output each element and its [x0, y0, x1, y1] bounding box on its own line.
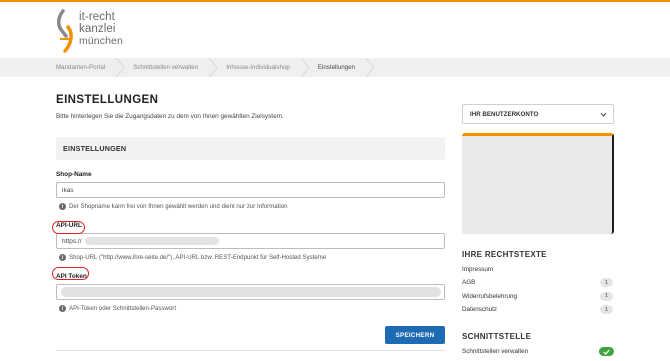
schnittstellen-verwalten-item[interactable]: Schnittstellen verwalten	[462, 345, 614, 358]
rechtstexte-heading: IHRE RECHTSTEXTE	[462, 250, 547, 259]
brand-line-2: kanzlei	[79, 23, 116, 35]
page-description: Bitte hinterlegen Sie die Zugangsdaten z…	[56, 113, 284, 120]
api-url-input[interactable]: https://	[56, 233, 445, 249]
rechtstexte-item-datenschutz[interactable]: Datenschutz 1	[462, 303, 614, 316]
redacted-url	[84, 237, 219, 245]
brand-line-1: it-recht	[79, 11, 115, 23]
api-token-label: API Token	[56, 273, 87, 280]
api-url-value: https://	[62, 237, 82, 245]
breadcrumb-item-schnittstellen[interactable]: Schnittstellen verwalten	[133, 58, 218, 77]
bottom-divider	[56, 350, 445, 351]
count-badge: 1	[600, 291, 613, 301]
sidebar: IHR BENUTZERKONTO IHRE RECHTSTEXTE Impre…	[462, 104, 614, 358]
brand-wordmark: it-recht kanzlei münchen	[79, 11, 123, 47]
form-actions: SPEICHERN	[56, 326, 445, 344]
breadcrumb: Mandanten-Portal Schnittstellen verwalte…	[0, 58, 670, 77]
api-token-help: i API-Token oder Schnittstellen-Passwort	[56, 305, 445, 312]
schnittstelle-item-label: Schnittstellen verwalten	[462, 348, 529, 356]
logo-icon	[57, 9, 73, 53]
header: it-recht kanzlei münchen	[0, 2, 670, 58]
rechtstexte-item-label: Datenschutz	[462, 306, 498, 314]
schnittstelle-heading: SCHNITTSTELLE	[462, 332, 532, 342]
chevron-right-icon	[115, 58, 125, 77]
shop-name-value: ikas	[62, 186, 74, 194]
breadcrumb-label: Inhouse-Individualshop	[226, 64, 290, 71]
check-icon	[599, 347, 614, 357]
api-url-help-text: Shop-URL ("http://www.ihre-seite.de/"), …	[69, 254, 327, 261]
count-badge: 1	[600, 278, 613, 288]
breadcrumb-item-mandanten-portal[interactable]: Mandanten-Portal	[56, 58, 125, 77]
account-panel-redacted	[462, 136, 612, 234]
chevron-right-icon	[208, 58, 218, 77]
save-button[interactable]: SPEICHERN	[385, 326, 445, 344]
highlight-api-token	[52, 267, 89, 280]
chevron-down-icon	[600, 112, 607, 116]
rechtstexte-item-widerruf[interactable]: Widerrufsbelehrung 1	[462, 290, 614, 303]
breadcrumb-item-einstellungen: Einstellungen	[318, 58, 375, 77]
brand-logo[interactable]: it-recht kanzlei münchen	[54, 9, 123, 53]
api-token-input[interactable]	[56, 284, 445, 300]
breadcrumb-label: Schnittstellen verwalten	[133, 64, 199, 71]
highlight-api-url	[52, 221, 85, 234]
rechtstexte-list: Impressum AGB 1 Widerrufsbelehrung 1 Dat…	[462, 263, 614, 316]
account-dropdown[interactable]: IHR BENUTZERKONTO	[462, 104, 614, 124]
rechtstexte-item-label: Impressum	[462, 266, 494, 274]
brand-line-3: münchen	[79, 35, 123, 47]
redacted-token	[61, 287, 441, 297]
api-url-label: API-URL	[56, 222, 82, 229]
info-icon: i	[59, 305, 66, 312]
section-heading: EINSTELLUNGEN	[56, 137, 445, 160]
api-token-help-text: API-Token oder Schnittstellen-Passwort	[69, 305, 177, 312]
schnittstelle-list: Schnittstellen verwalten	[462, 345, 614, 358]
breadcrumb-item-inhouse[interactable]: Inhouse-Individualshop	[226, 58, 310, 77]
rechtstexte-item-label: Widerrufsbelehrung	[462, 292, 517, 300]
breadcrumb-label: Mandanten-Portal	[56, 64, 106, 71]
page-title: EINSTELLUNGEN	[56, 94, 159, 106]
info-icon: i	[59, 254, 66, 261]
shop-name-label: Shop-Name	[56, 171, 92, 178]
shop-name-help-text: Der Shopname kann frei von Ihnen gewählt…	[69, 203, 288, 210]
account-panel	[462, 133, 614, 234]
shop-name-input[interactable]: ikas	[56, 182, 445, 198]
chevron-right-icon	[365, 58, 375, 77]
account-dropdown-label: IHR BENUTZERKONTO	[470, 110, 539, 118]
breadcrumb-label: Einstellungen	[317, 64, 355, 71]
rechtstexte-item-label: AGB	[462, 279, 476, 287]
count-badge: 1	[600, 305, 613, 315]
info-icon: i	[59, 203, 66, 210]
api-url-help: i Shop-URL ("http://www.ihre-seite.de/")…	[56, 254, 445, 261]
rechtstexte-item-impressum[interactable]: Impressum	[462, 263, 614, 276]
chevron-right-icon	[300, 58, 310, 77]
main-content: EINSTELLUNGEN Bitte hinterlegen Sie die …	[56, 94, 445, 344]
rechtstexte-item-agb[interactable]: AGB 1	[462, 276, 614, 289]
shop-name-help: i Der Shopname kann frei von Ihnen gewäh…	[56, 203, 445, 210]
